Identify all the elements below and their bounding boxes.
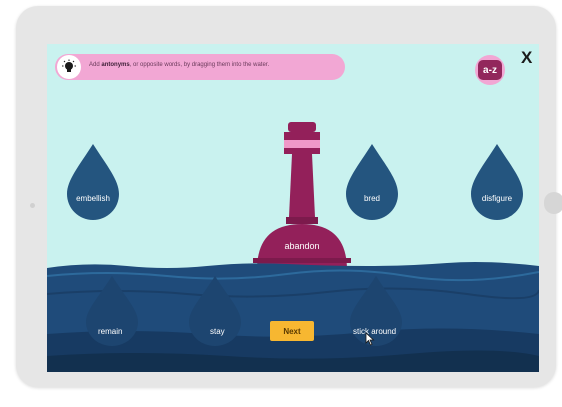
drop-word: bred [363, 194, 380, 203]
word-drop[interactable]: bred [342, 144, 402, 222]
camera-dot [30, 203, 35, 208]
word-drop[interactable]: embellish [63, 144, 123, 222]
drop-word: embellish [76, 194, 110, 203]
home-button[interactable] [544, 192, 562, 214]
next-button[interactable]: Next [270, 321, 314, 341]
water-word: remain [98, 327, 123, 336]
word-drop[interactable]: disfigure [467, 144, 527, 222]
drop-word: disfigure [481, 194, 513, 203]
cursor-icon [365, 332, 375, 346]
water-word: stay [210, 327, 225, 336]
game-screen: Add antonyms, or opposite words, by drag… [47, 44, 539, 372]
